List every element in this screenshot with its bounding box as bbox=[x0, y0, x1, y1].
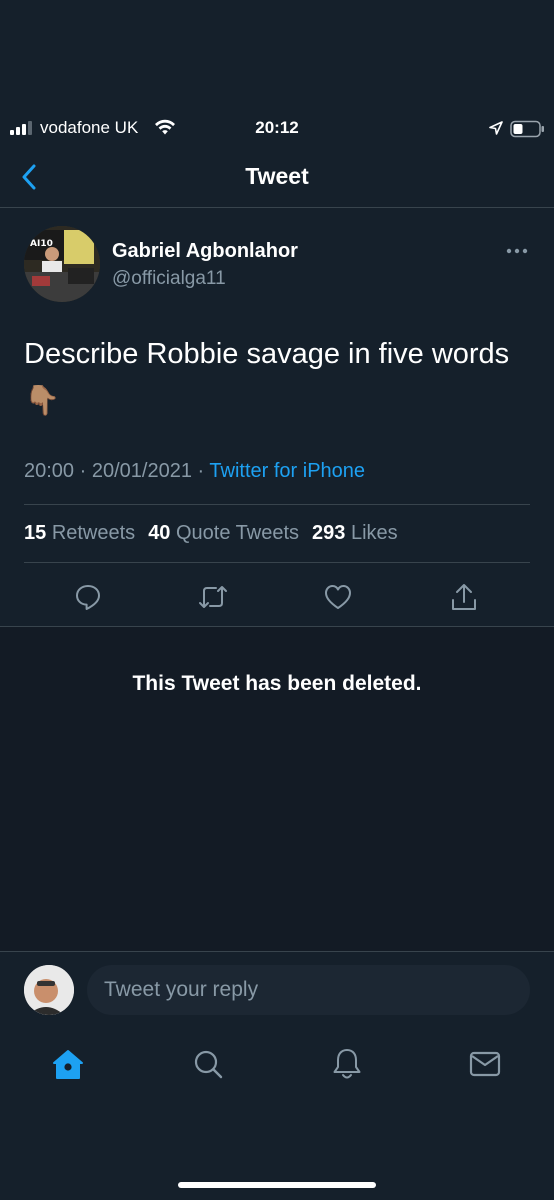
tab-search[interactable] bbox=[188, 1044, 228, 1084]
like-icon bbox=[325, 585, 351, 609]
share-button[interactable] bbox=[444, 579, 484, 615]
tweet-metadata: 20:00 · 20/01/2021 · Twitter for iPhone bbox=[24, 460, 365, 483]
tweet-detail: AI10 Gabriel Agbonlahor @officialga11 De… bbox=[0, 209, 554, 627]
deleted-tweet-area: This Tweet has been deleted. bbox=[0, 627, 554, 952]
author-display-name[interactable]: Gabriel Agbonlahor bbox=[112, 240, 298, 263]
tab-home[interactable] bbox=[48, 1044, 88, 1084]
page-title: Tweet bbox=[245, 163, 309, 189]
deleted-tweet-notice: This Tweet has been deleted. bbox=[132, 672, 422, 695]
tweet-actions bbox=[0, 579, 554, 615]
author-avatar[interactable]: AI10 bbox=[24, 226, 100, 302]
status-bar: vodafone UK 20:12 bbox=[0, 112, 554, 146]
retweet-button[interactable] bbox=[193, 579, 233, 615]
home-icon bbox=[53, 1050, 83, 1079]
meta-separator: · bbox=[79, 460, 87, 482]
meta-separator: · bbox=[197, 460, 205, 482]
search-icon bbox=[194, 1050, 223, 1079]
tweet-source-link[interactable]: Twitter for iPhone bbox=[209, 460, 365, 482]
tab-bar bbox=[0, 1030, 554, 1100]
divider bbox=[24, 504, 530, 505]
more-options-button[interactable] bbox=[502, 241, 532, 261]
navigation-bar: Tweet bbox=[0, 150, 554, 208]
home-indicator bbox=[178, 1182, 376, 1188]
quote-tweets-stat[interactable]: 40 Quote Tweets bbox=[148, 522, 299, 545]
more-icon bbox=[506, 248, 528, 254]
author-handle[interactable]: @officialga11 bbox=[112, 268, 226, 290]
battery-icon bbox=[510, 120, 546, 143]
tab-notifications[interactable] bbox=[327, 1044, 367, 1084]
reply-bar bbox=[0, 953, 554, 1029]
reply-icon bbox=[76, 585, 100, 610]
tweet-date: 20/01/2021 bbox=[91, 460, 192, 482]
reply-input[interactable] bbox=[87, 965, 530, 1015]
tab-messages[interactable] bbox=[465, 1044, 505, 1084]
location-arrow-icon bbox=[488, 120, 504, 141]
tweet-stats: 15 Retweets 40 Quote Tweets 293 Likes bbox=[24, 522, 398, 545]
messages-icon bbox=[469, 1051, 501, 1077]
reply-button[interactable] bbox=[68, 579, 108, 615]
tweet-text-body: Describe Robbie savage in five words bbox=[24, 338, 510, 370]
likes-stat[interactable]: 293 Likes bbox=[312, 522, 398, 545]
retweets-stat[interactable]: 15 Retweets bbox=[24, 522, 135, 545]
share-icon bbox=[452, 584, 476, 610]
divider bbox=[24, 562, 530, 563]
retweet-icon bbox=[199, 586, 227, 608]
tweet-time: 20:00 bbox=[24, 460, 75, 482]
notifications-icon bbox=[333, 1049, 361, 1079]
pointing-down-emoji: 👇🏽 bbox=[24, 385, 61, 417]
status-time: 20:12 bbox=[255, 118, 299, 137]
tweet-text: Describe Robbie savage in five words 👇🏽 bbox=[24, 331, 524, 425]
like-button[interactable] bbox=[318, 579, 358, 615]
user-avatar[interactable] bbox=[24, 965, 74, 1015]
